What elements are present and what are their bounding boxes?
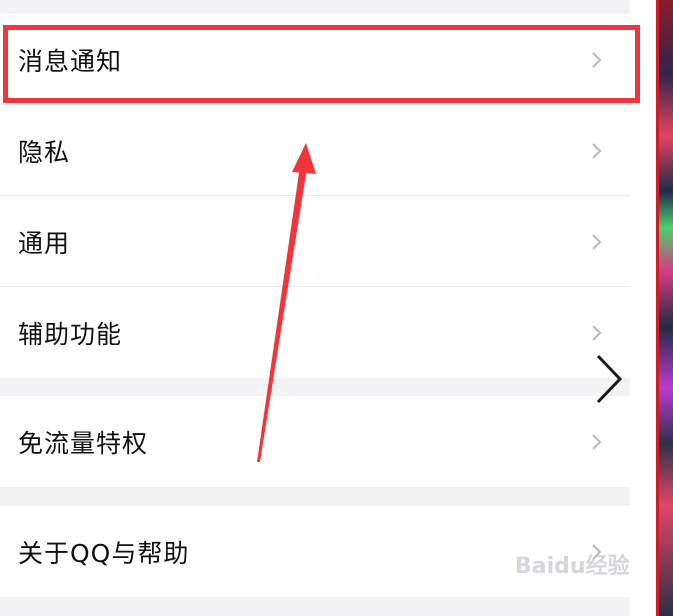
settings-item-label: 免流量特权 [18, 428, 149, 458]
settings-item-label: 通用 [18, 228, 71, 258]
settings-item-label: 隐私 [18, 137, 71, 167]
settings-screen: 消息通知 隐私 通用 辅助功能 免流量特权 关于QQ与帮助 [0, 0, 630, 616]
chevron-right-icon[interactable] [594, 353, 624, 405]
chevron-right-icon [592, 433, 602, 450]
settings-item-general[interactable]: 通用 [0, 196, 630, 287]
chevron-right-icon [592, 233, 602, 250]
watermark-text: Baidu经验 [515, 554, 630, 579]
settings-item-notifications[interactable]: 消息通知 [0, 14, 630, 105]
settings-group-data: 免流量特权 [0, 396, 630, 487]
edge-divider [656, 0, 659, 616]
settings-item-label: 关于QQ与帮助 [18, 538, 190, 568]
settings-item-accessibility[interactable]: 辅助功能 [0, 287, 630, 378]
chevron-right-icon [592, 324, 602, 341]
settings-item-label: 辅助功能 [18, 319, 123, 349]
settings-group-main: 消息通知 隐私 通用 辅助功能 [0, 14, 630, 378]
settings-item-free-data[interactable]: 免流量特权 [0, 396, 630, 487]
settings-item-label: 消息通知 [18, 46, 123, 76]
chevron-right-icon [592, 142, 602, 159]
settings-item-privacy[interactable]: 隐私 [0, 105, 630, 196]
chevron-right-icon [592, 51, 602, 68]
